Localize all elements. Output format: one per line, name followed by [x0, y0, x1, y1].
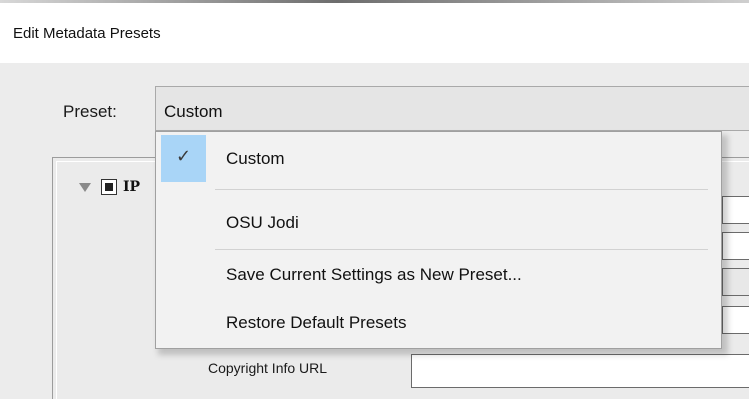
- window-title: Edit Metadata Presets: [13, 25, 161, 42]
- menu-item-custom[interactable]: Custom: [226, 149, 285, 169]
- menu-item-osu-jodi[interactable]: OSU Jodi: [226, 213, 299, 233]
- copyright-info-url-input[interactable]: [411, 354, 749, 388]
- copyright-info-url-label: Copyright Info URL: [208, 360, 328, 376]
- checkmark-icon: ✓: [176, 146, 192, 167]
- section-title: IP: [123, 179, 141, 195]
- title-bar: Edit Metadata Presets: [0, 0, 749, 63]
- disclosure-triangle-icon[interactable]: [79, 183, 91, 192]
- menu-separator: [215, 249, 708, 250]
- checkbox-mixed-state-icon: [105, 183, 113, 191]
- menu-item-restore-defaults[interactable]: Restore Default Presets: [226, 313, 406, 333]
- preset-select-value: Custom: [164, 102, 223, 121]
- preset-label: Preset:: [63, 102, 117, 121]
- title-bar-top-edge: [0, 0, 749, 3]
- menu-separator: [215, 189, 708, 190]
- menu-item-save-new-preset[interactable]: Save Current Settings as New Preset...: [226, 265, 522, 285]
- preset-select[interactable]: [155, 86, 749, 131]
